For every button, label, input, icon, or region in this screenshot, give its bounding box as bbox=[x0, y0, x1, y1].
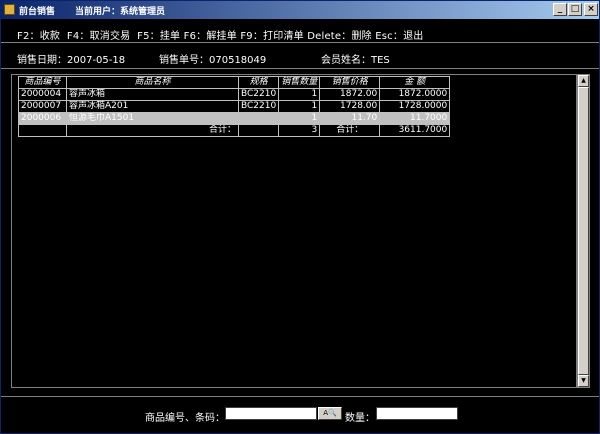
search-icon[interactable]: A🔍 bbox=[318, 407, 342, 420]
quantity-input[interactable] bbox=[376, 407, 458, 420]
divider bbox=[1, 68, 599, 69]
cell-spec[interactable]: BC2210 bbox=[237, 88, 280, 101]
table-row[interactable]: 2000004 容声冰箱 BC2210 1 1872.00 1872.0000 bbox=[18, 88, 451, 101]
cell-qty[interactable]: 1 bbox=[278, 112, 321, 125]
cell-qty[interactable]: 1 bbox=[278, 100, 321, 113]
hotkey-bar: F2：收款 F4：取消交易 F5：挂单 F6：解挂单 F9：打印清单 Delet… bbox=[17, 31, 424, 42]
column-header-spec[interactable]: 规格 bbox=[237, 76, 280, 89]
summary-label: 合计： bbox=[66, 124, 239, 137]
member-name: 会员姓名：TES bbox=[321, 51, 390, 66]
scroll-up-icon[interactable]: ▲ bbox=[578, 75, 589, 87]
cell-amount[interactable]: 11.7000 bbox=[379, 112, 451, 125]
table-header-row: 商品编号 商品名称 规格 销售数量 销售价格 金 额 bbox=[18, 76, 451, 89]
member-name-label: 会员姓名： bbox=[321, 55, 371, 66]
sale-date-label: 销售日期： bbox=[17, 55, 67, 66]
cell-price[interactable]: 11.70 bbox=[319, 112, 381, 125]
cell-price[interactable]: 1728.00 bbox=[319, 100, 381, 113]
close-button[interactable]: × bbox=[584, 3, 598, 16]
cell-price[interactable]: 1872.00 bbox=[319, 88, 381, 101]
sale-date-value: 2007-05-18 bbox=[67, 55, 126, 66]
sale-date: 销售日期：2007-05-18 bbox=[17, 51, 125, 66]
summary-row: 合计： 3 合计： 3611.7000 bbox=[18, 124, 451, 137]
current-user-label: 当前用户：系统管理员 bbox=[75, 7, 166, 17]
app-window: 前台销售 当前用户：系统管理员 _ □ × F2：收款 F4：取消交易 F5：挂… bbox=[0, 0, 600, 434]
sales-grid[interactable]: 商品编号 商品名称 规格 销售数量 销售价格 金 额 2000004 容声冰箱 … bbox=[11, 74, 577, 388]
summary-amount: 3611.7000 bbox=[379, 124, 451, 137]
quantity-label: 数量： bbox=[345, 413, 375, 424]
cell-spec[interactable]: BC2210 bbox=[237, 100, 280, 113]
divider bbox=[1, 396, 599, 397]
title-bar: 前台销售 当前用户：系统管理员 _ □ × bbox=[1, 1, 599, 19]
vertical-scrollbar[interactable]: ▲ ▼ bbox=[577, 74, 590, 388]
sale-order-value: 070518049 bbox=[209, 55, 267, 66]
window-title: 前台销售 bbox=[19, 7, 56, 17]
cell-name[interactable]: 容声冰箱 bbox=[66, 88, 239, 101]
table-row-selected[interactable]: 2000006 恒源毛巾A1501 1 11.70 11.7000 bbox=[18, 112, 451, 125]
cell-spec[interactable] bbox=[237, 112, 280, 125]
cell-code[interactable]: 2000004 bbox=[18, 88, 67, 101]
scroll-thumb[interactable] bbox=[578, 87, 589, 375]
summary-qty: 3 bbox=[278, 124, 321, 137]
cell-qty[interactable]: 1 bbox=[278, 88, 321, 101]
sales-table: 商品编号 商品名称 规格 销售数量 销售价格 金 额 2000004 容声冰箱 … bbox=[18, 76, 451, 137]
summary-label: 合计： bbox=[319, 124, 381, 137]
maximize-button[interactable]: □ bbox=[568, 3, 582, 16]
summary-blank bbox=[237, 124, 280, 137]
cell-amount[interactable]: 1872.0000 bbox=[379, 88, 451, 101]
column-header-qty[interactable]: 销售数量 bbox=[278, 76, 321, 89]
column-header-price[interactable]: 销售价格 bbox=[319, 76, 381, 89]
product-code-label: 商品编号、条码： bbox=[145, 413, 225, 424]
minimize-button[interactable]: _ bbox=[553, 3, 567, 16]
column-header-code[interactable]: 商品编号 bbox=[18, 76, 67, 89]
product-code-input[interactable] bbox=[225, 407, 317, 420]
member-name-value: TES bbox=[371, 55, 390, 66]
sale-order: 销售单号：070518049 bbox=[159, 51, 266, 66]
cell-amount[interactable]: 1728.0000 bbox=[379, 100, 451, 113]
column-header-amount[interactable]: 金 额 bbox=[379, 76, 451, 89]
table-row[interactable]: 2000007 容声冰箱A201 BC2210 1 1728.00 1728.0… bbox=[18, 100, 451, 113]
column-header-name[interactable]: 商品名称 bbox=[66, 76, 239, 89]
divider bbox=[1, 42, 599, 43]
cell-name[interactable]: 容声冰箱A201 bbox=[66, 100, 239, 113]
cell-name[interactable]: 恒源毛巾A1501 bbox=[66, 112, 239, 125]
cell-code[interactable]: 2000007 bbox=[18, 100, 67, 113]
sale-order-label: 销售单号： bbox=[159, 55, 209, 66]
scroll-down-icon[interactable]: ▼ bbox=[578, 375, 589, 387]
cell-code[interactable]: 2000006 bbox=[18, 112, 67, 125]
summary-blank bbox=[18, 124, 67, 137]
app-icon bbox=[4, 4, 15, 15]
